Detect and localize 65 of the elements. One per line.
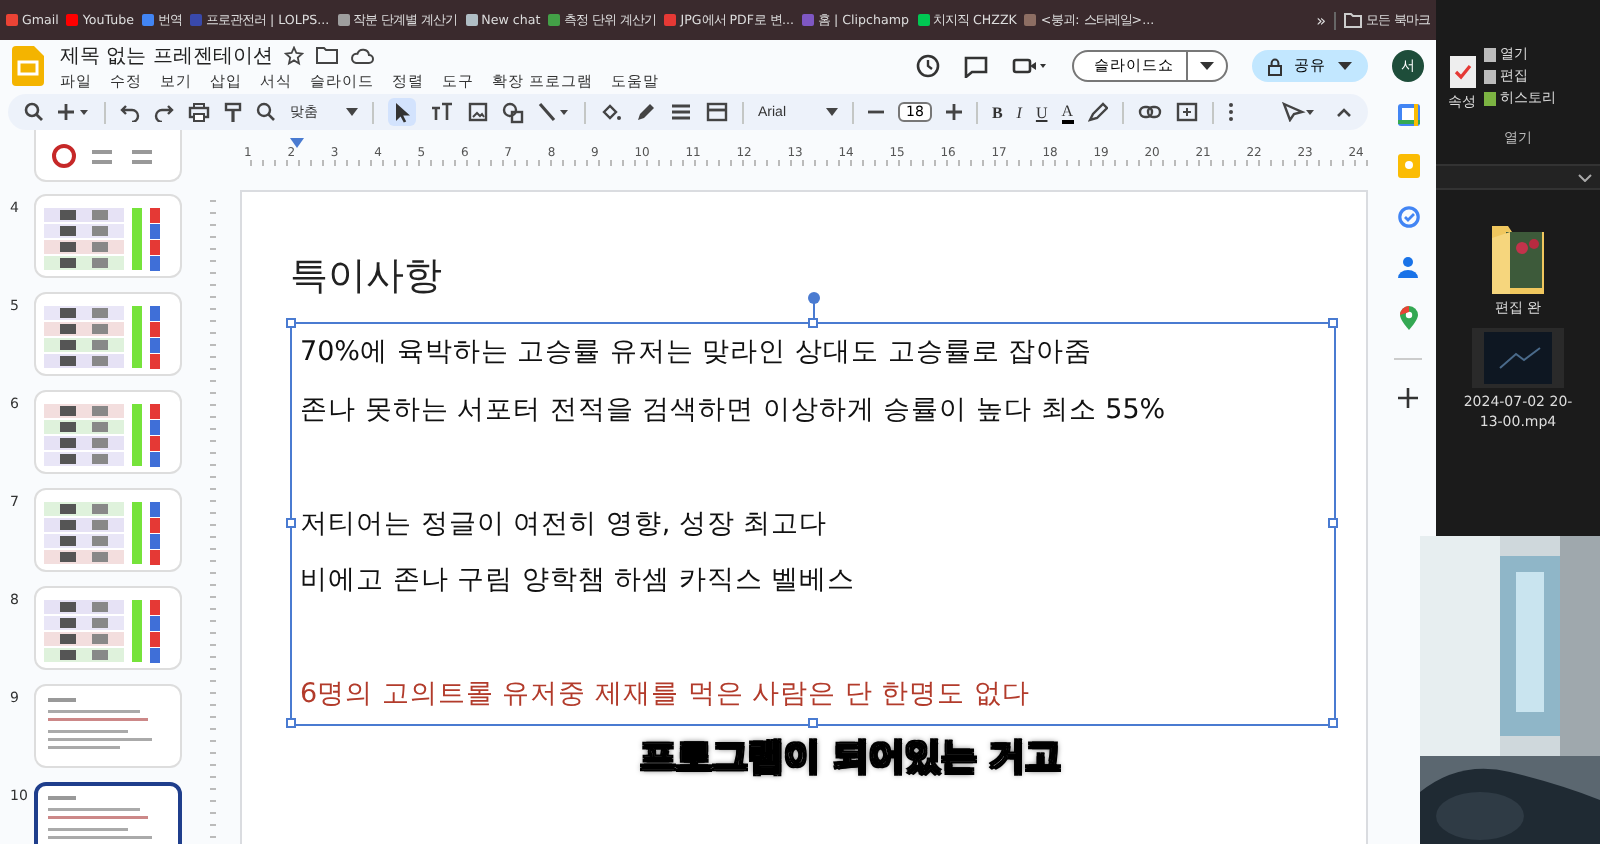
shape-icon[interactable]	[502, 101, 524, 123]
add-icon[interactable]	[1398, 388, 1418, 408]
resize-handle[interactable]	[286, 717, 296, 727]
video-subtitle: 프로그램이 되어있는 거고	[640, 734, 1062, 780]
text-line: 6명의 고의트롤 유저중 제재를 먹은 사람은 단 한명도 없다	[300, 678, 1030, 710]
line-tool-icon[interactable]	[538, 102, 570, 122]
search-icon[interactable]	[24, 102, 44, 122]
document-check-icon[interactable]	[1449, 56, 1475, 88]
video-call-icon[interactable]	[1012, 56, 1048, 76]
fill-color-icon[interactable]	[600, 101, 622, 123]
format-button[interactable]: B	[991, 103, 1003, 121]
more-icon[interactable]	[1227, 102, 1234, 122]
caret-icon	[826, 108, 839, 116]
lock-icon	[1268, 57, 1282, 75]
print-icon[interactable]	[188, 102, 210, 122]
slide-title: 특이사항	[290, 252, 442, 300]
text-line: 비에고 존나 구림 양학챔 하셈 카직스 벨베스	[300, 564, 856, 596]
text-box-icon[interactable]	[430, 102, 454, 122]
folder-icon	[1343, 12, 1362, 28]
calendar-icon[interactable]	[1397, 104, 1419, 126]
select-tool-icon[interactable]	[388, 98, 416, 126]
undo-icon[interactable]	[120, 102, 140, 122]
cloud-icon[interactable]	[350, 47, 375, 63]
resize-handle[interactable]	[1328, 517, 1338, 528]
text-line: 저티어는 정글이 여전히 영향, 성장 최고다	[300, 507, 828, 539]
format-button[interactable]: U	[1035, 103, 1048, 121]
new-slide-icon[interactable]	[58, 102, 90, 122]
history-icon[interactable]	[916, 54, 940, 78]
document-title[interactable]: 제목 없는 프레젠테이션	[60, 41, 273, 69]
folder-icon[interactable]	[316, 46, 339, 64]
highlighter-icon[interactable]	[1087, 102, 1108, 122]
text-line: 70%에 육박하는 고승률 유저는 맞라인 상대도 고승률로 잡아줌	[300, 336, 1093, 368]
indent-marker-icon[interactable]	[290, 138, 304, 148]
plus-icon[interactable]	[945, 104, 962, 120]
caret-icon[interactable]	[1338, 62, 1352, 70]
redo-icon[interactable]	[154, 102, 174, 122]
resize-handle[interactable]	[286, 517, 296, 528]
format-button[interactable]: I	[1016, 103, 1022, 121]
collapse-icon[interactable]	[1336, 106, 1352, 118]
image-icon[interactable]	[468, 102, 488, 122]
resize-handle[interactable]	[1328, 717, 1338, 727]
more-bookmarks-button[interactable]: »	[1316, 11, 1326, 29]
resize-handle[interactable]	[286, 318, 296, 328]
border-dash-icon[interactable]	[706, 102, 728, 122]
caret-icon	[346, 108, 358, 116]
tasks-icon[interactable]	[1397, 206, 1419, 228]
format-button[interactable]: A	[1061, 101, 1074, 123]
caret-icon[interactable]	[1200, 62, 1214, 70]
slide-thumbnail[interactable]	[34, 782, 182, 844]
zoom-icon[interactable]	[256, 102, 276, 122]
maps-pin-icon[interactable]	[1399, 306, 1417, 330]
comment-icon[interactable]	[964, 55, 988, 77]
resize-handle[interactable]	[807, 717, 817, 727]
resize-handle[interactable]	[1328, 318, 1338, 328]
chevron-down-icon[interactable]	[1578, 173, 1592, 181]
link-icon[interactable]	[1137, 104, 1162, 120]
paint-format-icon[interactable]	[224, 101, 242, 123]
contacts-icon[interactable]	[1398, 256, 1418, 278]
text-line: 존나 못하는 서포터 전적을 검색하면 이상하게 승률이 높다 최소 55%	[300, 393, 1166, 425]
pen-icon[interactable]	[636, 102, 656, 122]
rotate-handle[interactable]	[807, 292, 819, 324]
border-weight-icon[interactable]	[670, 102, 692, 122]
resize-handle[interactable]	[807, 318, 817, 328]
star-icon[interactable]	[284, 45, 305, 65]
add-comment-icon[interactable]	[1175, 101, 1198, 123]
